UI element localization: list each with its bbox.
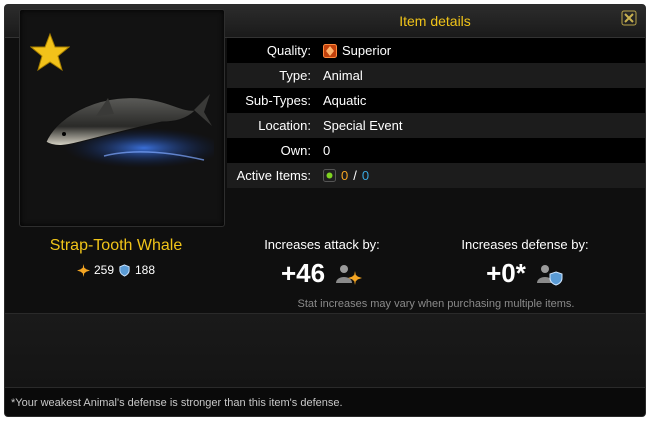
attack-icon [76, 263, 90, 277]
type-row: Type: Animal [227, 63, 645, 88]
defense-boost: Increases defense by: +0* [430, 237, 620, 289]
location-row: Location: Special Event [227, 113, 645, 138]
defense-boost-label: Increases defense by: [461, 237, 589, 252]
defense-stat: 188 [135, 263, 156, 277]
active-items-separator: / [353, 168, 357, 183]
dialog-panel: Item details Strap-Tooth Whale 259 188 Q… [4, 4, 646, 417]
item-name: Strap-Tooth Whale [49, 237, 183, 254]
own-value: 0 [323, 143, 331, 158]
type-label: Type: [279, 68, 311, 83]
footer: *Your weakest Animal's defense is strong… [5, 387, 645, 416]
subtype-row: Sub-Types: Aquatic [227, 88, 645, 113]
active-items-row: Active Items: 0 / 0 [227, 163, 645, 188]
close-icon[interactable] [621, 10, 637, 26]
active-items-total: 0 [361, 168, 370, 183]
attack-boost-icon [336, 264, 363, 285]
attack-stat: 259 [93, 263, 114, 277]
active-item-icon [323, 169, 336, 182]
defense-boost-icon [536, 264, 563, 286]
quality-value: Superior [342, 43, 392, 58]
defense-icon [119, 263, 130, 277]
type-value: Animal [323, 68, 363, 83]
attack-boost-label: Increases attack by: [264, 237, 380, 252]
item-details-dialog: Item details Strap-Tooth Whale 259 188 Q… [0, 0, 650, 423]
defense-boost-value: +0* [486, 258, 526, 288]
quality-gem-icon [323, 43, 337, 58]
stat-increase-note: Stat increases may vary when purchasing … [297, 298, 575, 310]
quality-row: Quality: Superior [227, 38, 645, 63]
item-stats: 259 188 [5, 263, 227, 277]
subtype-label: Sub-Types: [245, 93, 311, 108]
star-icon [30, 32, 70, 72]
quality-label: Quality: [266, 43, 311, 58]
attack-boost-value: +46 [280, 258, 326, 288]
footer-note: *Your weakest Animal's defense is strong… [11, 397, 343, 409]
subtype-value: Aquatic [323, 93, 367, 108]
active-items-count: 0 [341, 168, 349, 183]
item-image-card [19, 9, 225, 227]
location-label: Location: [258, 118, 311, 133]
whale-image [45, 94, 214, 168]
dialog-title: Item details [399, 13, 471, 29]
lower-panel [5, 313, 645, 387]
active-items-label: Active Items: [236, 168, 311, 183]
attack-boost: Increases attack by: +46 [227, 237, 417, 289]
details-table: Quality: Superior Type: Animal Sub-Types… [227, 38, 645, 188]
own-label: Own: [280, 143, 311, 158]
own-row: Own: 0 [227, 138, 645, 163]
location-value: Special Event [323, 118, 403, 133]
